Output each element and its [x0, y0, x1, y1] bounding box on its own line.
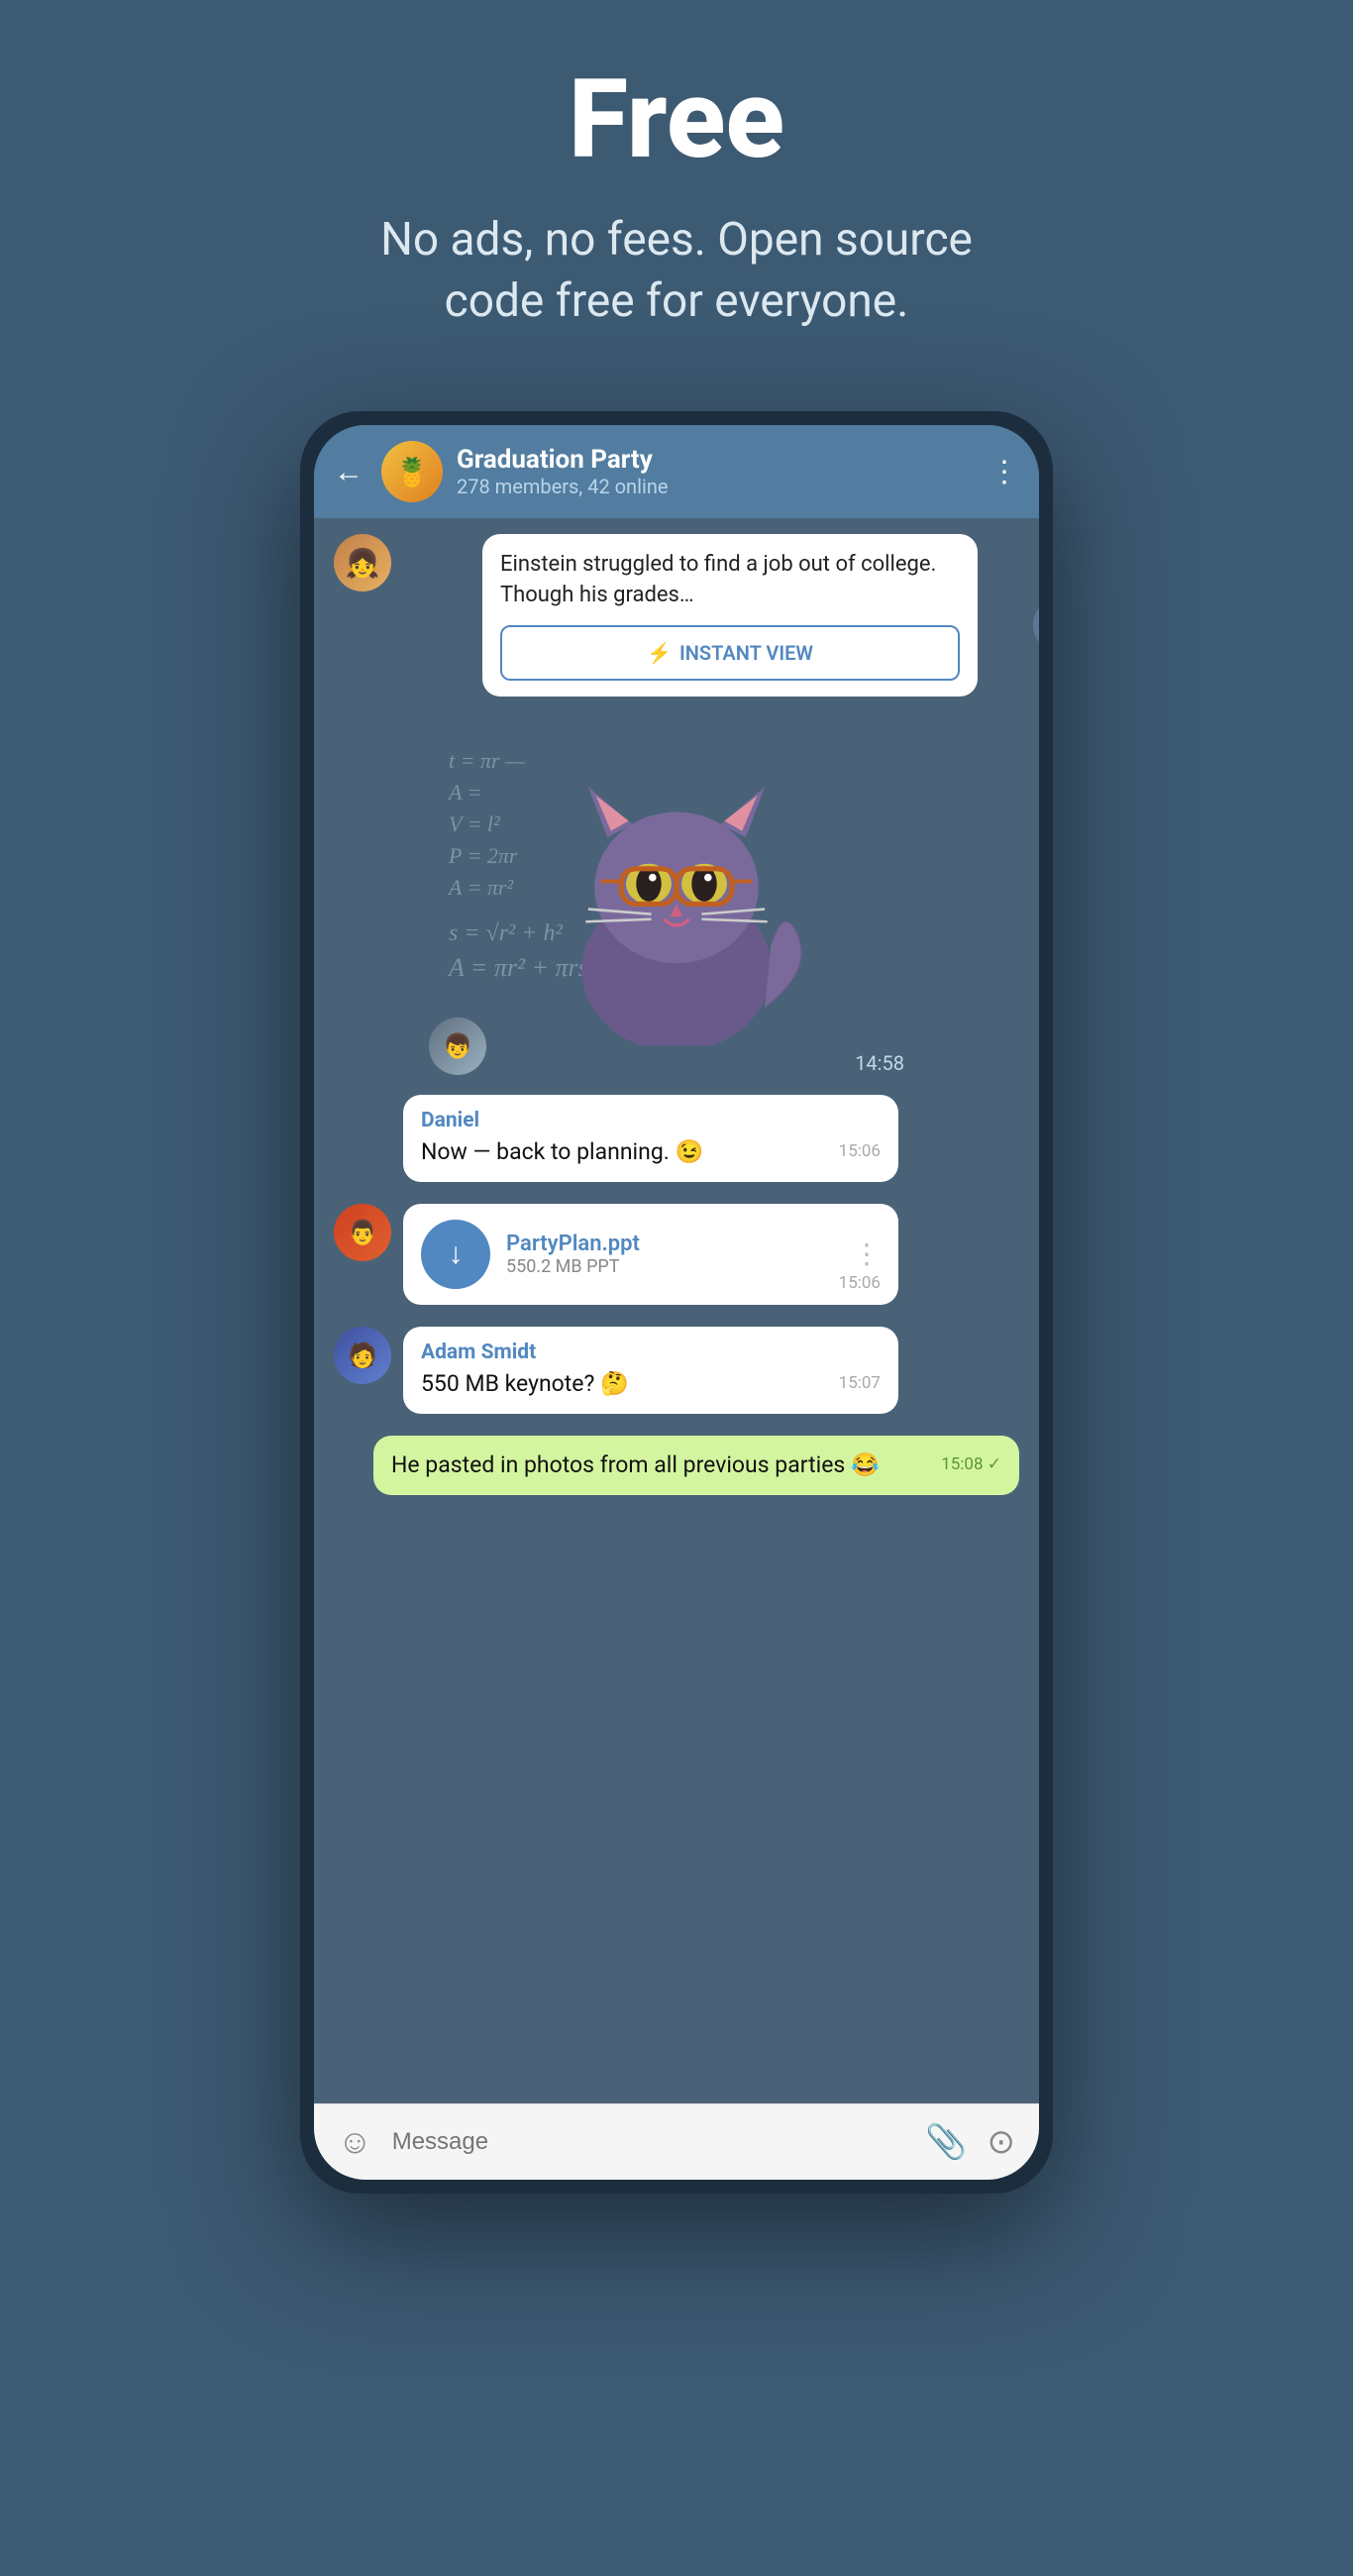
attach-button[interactable]: 📎	[925, 2122, 967, 2162]
man3-avatar-icon: 🧑	[348, 1342, 377, 1369]
daniel-msg-content: Daniel Now — back to planning. 😉 15:06	[403, 1095, 898, 1192]
file-size: 550.2 MB PPT	[506, 1256, 837, 1277]
adam-msg-row: 🧑 Adam Smidt 550 MB keynote? 🤔 15:07	[334, 1327, 1019, 1424]
group-name: Graduation Party	[457, 445, 976, 475]
cat-sticker	[548, 768, 805, 1045]
more-options-icon[interactable]: ⋮	[989, 455, 1019, 489]
man1-avatar-icon: 👦	[443, 1032, 472, 1060]
file-msg-row: 👨 ↓ PartyPlan.ppt 550.2 MB PPT ⋮ 15:06	[334, 1204, 1019, 1315]
adam-bubble: Adam Smidt 550 MB keynote? 🤔 15:07	[403, 1327, 898, 1414]
sent-text: He pasted in photos from all previous pa…	[391, 1449, 1001, 1481]
header-info: Graduation Party 278 members, 42 online	[457, 445, 976, 498]
instant-view-button[interactable]: ⚡ INSTANT VIEW	[500, 625, 960, 681]
camera-button[interactable]: ⊙	[988, 2122, 1016, 2162]
user-avatar-man3: 🧑	[334, 1327, 391, 1384]
user-avatar-woman: 👧	[334, 534, 391, 591]
daniel-sender: Daniel	[421, 1109, 881, 1132]
daniel-text: Now — back to planning. 😉 15:06	[421, 1136, 881, 1168]
file-time: 15:06	[839, 1273, 881, 1293]
phone-screen: ← 🍍 Graduation Party 278 members, 42 onl…	[314, 425, 1039, 2180]
user-avatar-man1: 👦	[429, 1018, 486, 1075]
file-bubble: ↓ PartyPlan.ppt 550.2 MB PPT ⋮ 15:06	[403, 1204, 898, 1305]
sticker-timestamp: 14:58	[855, 1051, 904, 1075]
emoji-button[interactable]: ☺	[338, 2122, 372, 2162]
chat-body: 👧 Einstein struggled to find a job out o…	[314, 518, 1039, 2103]
file-msg-content: ↓ PartyPlan.ppt 550.2 MB PPT ⋮ 15:06	[403, 1204, 898, 1315]
iv-button-label: INSTANT VIEW	[679, 641, 813, 665]
file-name: PartyPlan.ppt	[506, 1232, 837, 1256]
sent-time: 15:08 ✓	[941, 1453, 1001, 1477]
file-download-icon[interactable]: ↓	[421, 1220, 490, 1289]
group-avatar: 🍍	[381, 441, 443, 502]
man2-avatar-icon: 👨	[348, 1219, 377, 1246]
sticker-container: t = πr — A = V = l² P = 2πr A = πr² s = …	[429, 728, 924, 1085]
daniel-time: 15:06	[839, 1140, 881, 1164]
lightning-icon: ⚡	[647, 641, 672, 665]
adam-time: 15:07	[839, 1372, 881, 1396]
file-info: PartyPlan.ppt 550.2 MB PPT	[506, 1232, 837, 1277]
page-title: Free	[569, 59, 784, 179]
chat-header: ← 🍍 Graduation Party 278 members, 42 onl…	[314, 425, 1039, 518]
message-input[interactable]	[392, 2128, 905, 2156]
adam-sender: Adam Smidt	[421, 1341, 881, 1364]
iv-text: Einstein struggled to find a job out of …	[500, 550, 960, 611]
group-info: 278 members, 42 online	[457, 475, 976, 498]
sent-bubble: He pasted in photos from all previous pa…	[373, 1436, 1019, 1495]
adam-msg-content: Adam Smidt 550 MB keynote? 🤔 15:07	[403, 1327, 898, 1424]
instant-view-row: 👧 Einstein struggled to find a job out o…	[334, 534, 1019, 716]
instant-view-bubble: Einstein struggled to find a job out of …	[482, 534, 978, 697]
page-subtitle: No ads, no fees. Open source code free f…	[330, 209, 1023, 332]
daniel-msg-row: Daniel Now — back to planning. 😉 15:06	[334, 1095, 1019, 1192]
group-avatar-emoji: 🍍	[395, 456, 430, 488]
checkmark-icon: ✓	[988, 1454, 1001, 1474]
daniel-bubble: Daniel Now — back to planning. 😉 15:06	[403, 1095, 898, 1182]
back-button[interactable]: ←	[334, 455, 364, 489]
adam-text: 550 MB keynote? 🤔 15:07	[421, 1368, 881, 1400]
input-bar: ☺ 📎 ⊙	[314, 2103, 1039, 2180]
user-avatar-man2: 👨	[334, 1204, 391, 1261]
phone-frame: ← 🍍 Graduation Party 278 members, 42 onl…	[300, 411, 1053, 2194]
file-more-icon[interactable]: ⋮	[853, 1237, 881, 1270]
woman-avatar-icon: 👧	[346, 547, 380, 580]
share-button[interactable]: ↗	[1033, 597, 1039, 653]
